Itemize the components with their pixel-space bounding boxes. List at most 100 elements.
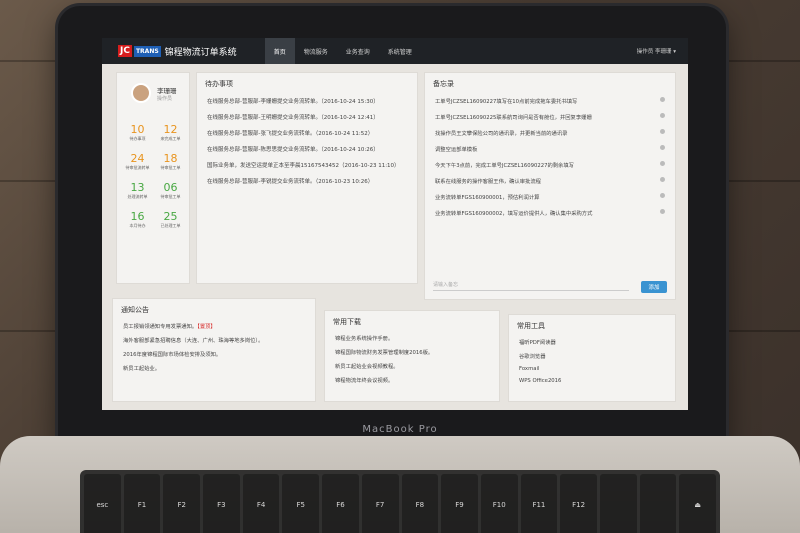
memo-item[interactable]: 联系在线服务的操作客服王伟，确认审批流程 (425, 173, 675, 189)
download-item[interactable]: 锦程业务系统操作手册。 (325, 331, 499, 345)
nav-home[interactable]: 首页 (264, 38, 295, 64)
notice-text: 海外客服部紧急招聘信息（大连、广州、珠海等地多岗位）。 (123, 338, 264, 344)
notice-panel: 通知公告 员工报销领通知专用发票通知。【置顶】 海外客服部紧急招聘信息（大连、广… (112, 298, 316, 402)
delete-icon[interactable] (660, 145, 665, 150)
screen: JC TRANS 锦程物流订单系统 首页 物流服务 业务查询 系统管理 操作员 … (102, 38, 688, 410)
downloads-title: 常用下载 (333, 318, 361, 326)
notice-text: 新员工起始业。 (123, 366, 161, 372)
stat-item[interactable]: 24 待审批流转单 (121, 152, 154, 171)
stat-item[interactable]: 18 待审批工单 (154, 152, 187, 171)
stat-value: 25 (163, 210, 178, 223)
todo-item[interactable]: 在线服务总部-营服部-李姗姗提交业务流转单。（2016-10-24 15:30） (197, 93, 417, 109)
delete-icon[interactable] (660, 97, 665, 102)
download-item[interactable]: 锦程物流年终会议视频。 (325, 373, 499, 387)
stats-grid: 10 待办事项 12 来完成工单 24 待审批流转单 18 待审批工单 13 处理流转单 … (121, 123, 187, 229)
key: F1 (123, 474, 161, 533)
key: esc (84, 474, 121, 533)
memo-text: 工单号JCZSEL16090225联系航司询问是否有舱位，并回复李姗姗 (435, 115, 592, 121)
memo-item[interactable]: 调整空运部单模板 (425, 141, 675, 157)
stat-label: 待办事项 (129, 136, 146, 141)
notice-item[interactable]: 海外客服部紧急招聘信息（大连、广州、珠海等地多岗位）。 (113, 333, 315, 347)
user-name: 李珊珊 (157, 87, 177, 95)
memo-item[interactable]: 业务流转单FGS160900002，填写运价提供人，确认集中采购方式 (425, 205, 675, 221)
memo-text: 今天下午3点前，完成工单号JCZSEL16090227的剩余填写 (435, 163, 574, 169)
todo-item[interactable]: 国际业务单，发送空运提单正本至李晨15167543452（2016-10-23 … (197, 157, 417, 173)
memo-item[interactable]: 今天下午3点前，完成工单号JCZSEL16090227的剩余填写 (425, 157, 675, 173)
stat-value: 24 (130, 152, 145, 165)
user-menu[interactable]: 操作员 李珊珊 ▾ (637, 47, 676, 55)
todo-item[interactable]: 在线服务总部-营服部-王明姗提交业务流转单。（2016-10-24 12:41） (197, 109, 417, 125)
keyboard: esc F1 F2 F3 F4 F5 F6 F7 F8 F9 F10 F11 F12 ⏏ (80, 470, 720, 533)
key: F9 (441, 474, 478, 533)
main-nav: 首页 物流服务 业务查询 系统管理 (264, 38, 421, 64)
memo-item[interactable]: 工单号JCZSEL16090225联系航司询问是否有舱位，并回复李姗姗 (425, 109, 675, 125)
tool-item[interactable]: 谷歌浏览器 (509, 349, 675, 363)
memo-item[interactable]: 业务流转单FGS160900001，预估利润计算 (425, 189, 675, 205)
stat-label: 待审批工单 (160, 194, 181, 199)
memo-title: 备忘录 (433, 80, 454, 88)
stat-item[interactable]: 06 待审批工单 (154, 181, 187, 200)
nav-query[interactable]: 业务查询 (337, 38, 379, 64)
downloads-panel: 常用下载 锦程业务系统操作手册。 锦程国际物流财务发票管理制度2016版。 新员… (324, 310, 500, 402)
notice-text: 员工报销领通知专用发票通知。 (123, 324, 198, 330)
memo-text: 业务流转单FGS160900002，填写运价提供人，确认集中采购方式 (435, 211, 593, 217)
key: F12 (560, 474, 597, 533)
delete-icon[interactable] (660, 161, 665, 166)
memo-text: 工单号JCZSEL16090227填写在10点前完成拖车委托书填写 (435, 99, 578, 105)
delete-icon[interactable] (660, 177, 665, 182)
stat-label: 处理流转单 (127, 194, 148, 199)
nav-admin[interactable]: 系统管理 (379, 38, 421, 64)
app-logo: JC TRANS (118, 45, 161, 57)
memo-input[interactable]: 请输入备忘 (433, 279, 629, 291)
tools-panel: 常用工具 福昕PDF阅读器 谷歌浏览器 Foxmail WPS Office20… (508, 314, 676, 402)
memo-text: 找操作员王文攀保险公司的通讯录，并更新当前的通讯录 (435, 131, 568, 137)
stat-value: 16 (130, 210, 145, 223)
key: F8 (401, 474, 439, 533)
delete-icon[interactable] (660, 209, 665, 214)
logo-jc: JC (118, 45, 132, 57)
stat-label: 待审批工单 (160, 165, 181, 170)
memo-item[interactable]: 找操作员王文攀保险公司的通讯录，并更新当前的通讯录 (425, 125, 675, 141)
todo-item[interactable]: 在线服务总部-营服部-陈思思提交业务流转单。（2016-10-24 10:26） (197, 141, 417, 157)
todo-panel: 待办事项 在线服务总部-营服部-李姗姗提交业务流转单。（2016-10-24 1… (196, 72, 418, 284)
stat-value: 10 (130, 123, 145, 136)
delete-icon[interactable] (660, 113, 665, 118)
key: F3 (203, 474, 240, 533)
key (599, 474, 637, 533)
pinned-badge: 【置顶】 (197, 324, 216, 330)
notice-item[interactable]: 新员工起始业。 (113, 361, 315, 375)
add-memo-button[interactable]: 添加 (641, 281, 667, 293)
key: F2 (163, 474, 201, 533)
notice-item[interactable]: 员工报销领通知专用发票通知。【置顶】 (113, 319, 315, 333)
stat-item[interactable]: 10 待办事项 (121, 123, 154, 142)
key: F10 (480, 474, 518, 533)
notice-item[interactable]: 2016年度锦程国际市场体检安排及须知。 (113, 347, 315, 361)
download-item[interactable]: 新员工起始业会视频教程。 (325, 359, 499, 373)
memo-text: 调整空运部单模板 (435, 147, 478, 153)
stat-label: 来完成工单 (160, 136, 181, 141)
stat-item[interactable]: 16 本月待办 (121, 210, 154, 229)
stat-item[interactable]: 13 处理流转单 (121, 181, 154, 200)
tool-item[interactable]: WPS Office2016 (509, 375, 675, 387)
app-title: 锦程物流订单系统 (164, 47, 237, 58)
delete-icon[interactable] (660, 193, 665, 198)
todo-item[interactable]: 在线服务总部-营服部-李锐提交业务流转单。（2016-10-23 10:26） (197, 173, 417, 189)
nav-logistics[interactable]: 物流服务 (295, 38, 337, 64)
key: F11 (520, 474, 558, 533)
tool-item[interactable]: Foxmail (509, 363, 675, 375)
tool-item[interactable]: 福昕PDF阅读器 (509, 335, 675, 349)
stat-label: 已处理工单 (160, 223, 181, 228)
delete-icon[interactable] (660, 129, 665, 134)
notice-text: 2016年度锦程国际市场体检安排及须知。 (123, 352, 222, 358)
user-role: 操作员 (157, 96, 173, 102)
todo-item[interactable]: 在线服务总部-营服部-张飞提交业务流转单。（2016-10-24 11:52） (197, 125, 417, 141)
stat-item[interactable]: 25 已处理工单 (154, 210, 187, 229)
download-item[interactable]: 锦程国际物流财务发票管理制度2016版。 (325, 345, 499, 359)
device-label: MacBook Pro (362, 424, 438, 435)
memo-panel: 备忘录 工单号JCZSEL16090227填写在10点前完成拖车委托书填写 工单… (424, 72, 676, 300)
key: F6 (322, 474, 359, 533)
memo-item[interactable]: 工单号JCZSEL16090227填写在10点前完成拖车委托书填写 (425, 93, 675, 109)
stat-item[interactable]: 12 来完成工单 (154, 123, 187, 142)
key: F7 (361, 474, 399, 533)
stat-value: 18 (163, 152, 178, 165)
